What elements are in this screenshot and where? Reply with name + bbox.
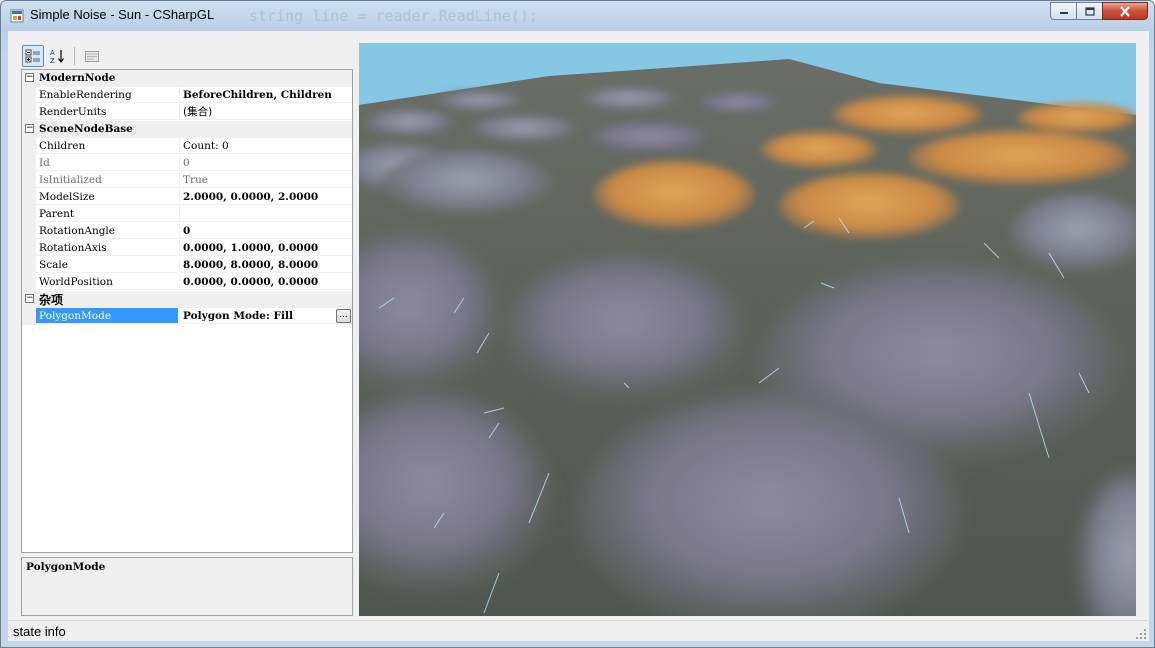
property-value[interactable] (179, 206, 352, 222)
property-name[interactable]: ModelSize (36, 189, 178, 205)
property-value[interactable]: Count: 0 (179, 138, 352, 154)
property-row-id[interactable]: Id 0 (22, 155, 352, 172)
category-name: ModernNode (39, 72, 116, 84)
window-title: Simple Noise - Sun - CSharpGL (30, 7, 215, 22)
property-row-worldposition[interactable]: WorldPosition 0.0000, 0.0000, 0.0000 (22, 274, 352, 291)
property-name[interactable]: RenderUnits (36, 104, 178, 120)
property-name[interactable]: Children (36, 138, 178, 154)
ellipsis-button[interactable]: ... (336, 309, 351, 323)
collapse-icon[interactable]: − (25, 124, 34, 133)
property-row-children[interactable]: Children Count: 0 (22, 138, 352, 155)
toolbar-separator (74, 47, 75, 65)
status-text: state info (13, 624, 66, 639)
property-value[interactable]: BeforeChildren, Children (179, 87, 352, 103)
property-row-scale[interactable]: Scale 8.0000, 8.0000, 8.0000 (22, 257, 352, 274)
category-name: SceneNodeBase (39, 123, 133, 135)
collapse-icon[interactable]: − (25, 294, 34, 303)
property-value[interactable]: 0 (179, 223, 352, 239)
property-value[interactable]: 0.0000, 1.0000, 0.0000 (179, 240, 352, 256)
property-grid[interactable]: − ModernNode EnableRendering BeforeChild… (21, 69, 353, 553)
svg-text:Z: Z (50, 57, 55, 64)
property-name[interactable]: RotationAxis (36, 240, 178, 256)
property-pages-button[interactable] (81, 45, 103, 67)
property-value[interactable]: True (179, 172, 352, 188)
description-title: PolygonMode (26, 561, 106, 573)
property-name[interactable]: Scale (36, 257, 178, 273)
property-grid-toolbar: A Z (22, 44, 105, 68)
main-window: Simple Noise - Sun - CSharpGL string lin… (0, 0, 1155, 648)
svg-text:A: A (50, 49, 55, 57)
category-row-modernnode[interactable]: − ModernNode (22, 70, 352, 87)
property-row-isinitialized[interactable]: IsInitialized True (22, 172, 352, 189)
property-name[interactable]: Parent (36, 206, 178, 222)
property-value[interactable]: (集合) (179, 104, 352, 120)
property-row-enablerendering[interactable]: EnableRendering BeforeChildren, Children (22, 87, 352, 104)
property-name[interactable]: RotationAngle (36, 223, 178, 239)
title-bar[interactable]: Simple Noise - Sun - CSharpGL string lin… (1, 1, 1154, 31)
category-row-scenenodebase[interactable]: − SceneNodeBase (22, 121, 352, 138)
property-name-selected[interactable]: PolygonMode (36, 308, 178, 324)
property-value[interactable]: 0.0000, 0.0000, 0.0000 (179, 274, 352, 290)
ghost-code-text: string line = reader.ReadLine(); (249, 7, 538, 25)
collapse-icon[interactable]: − (25, 73, 34, 82)
minimize-icon (1059, 12, 1068, 14)
client-area: A Z − ModernNode EnableRendering BeforeC… (8, 31, 1149, 641)
resize-grip-icon[interactable] (1135, 628, 1147, 640)
opengl-viewport[interactable] (359, 43, 1136, 616)
sort-az-icon: A Z (50, 49, 64, 64)
property-value[interactable]: 2.0000, 0.0000, 2.0000 (179, 189, 352, 205)
property-name[interactable]: WorldPosition (36, 274, 178, 290)
maximize-button[interactable] (1076, 2, 1102, 20)
property-value[interactable]: 0 (179, 155, 352, 171)
property-row-modelsize[interactable]: ModelSize 2.0000, 0.0000, 2.0000 (22, 189, 352, 206)
property-name[interactable]: EnableRendering (36, 87, 178, 103)
close-icon (1120, 5, 1130, 17)
close-button[interactable] (1102, 2, 1148, 20)
property-row-polygonmode[interactable]: PolygonMode Polygon Mode: Fill ... (22, 308, 352, 325)
category-row-misc[interactable]: − 杂项 (22, 291, 352, 308)
terrain-render (359, 43, 1136, 616)
categorized-button[interactable] (22, 45, 44, 67)
alphabetical-button[interactable]: A Z (46, 45, 68, 67)
app-icon (10, 9, 24, 23)
maximize-icon (1084, 6, 1095, 16)
property-value[interactable]: 8.0000, 8.0000, 8.0000 (179, 257, 352, 273)
status-bar: state info (8, 620, 1149, 642)
property-row-rotationangle[interactable]: RotationAngle 0 (22, 223, 352, 240)
property-name[interactable]: IsInitialized (36, 172, 178, 188)
property-row-parent[interactable]: Parent (22, 206, 352, 223)
property-value[interactable]: Polygon Mode: Fill (179, 308, 352, 324)
property-name[interactable]: Id (36, 155, 178, 171)
property-row-rotationaxis[interactable]: RotationAxis 0.0000, 1.0000, 0.0000 (22, 240, 352, 257)
minimize-button[interactable] (1050, 2, 1076, 20)
description-panel: PolygonMode (21, 557, 353, 616)
categorized-view-icon (25, 49, 40, 63)
category-name: 杂项 (39, 293, 64, 307)
property-row-renderunits[interactable]: RenderUnits (集合) (22, 104, 352, 121)
property-pages-icon (85, 51, 99, 62)
